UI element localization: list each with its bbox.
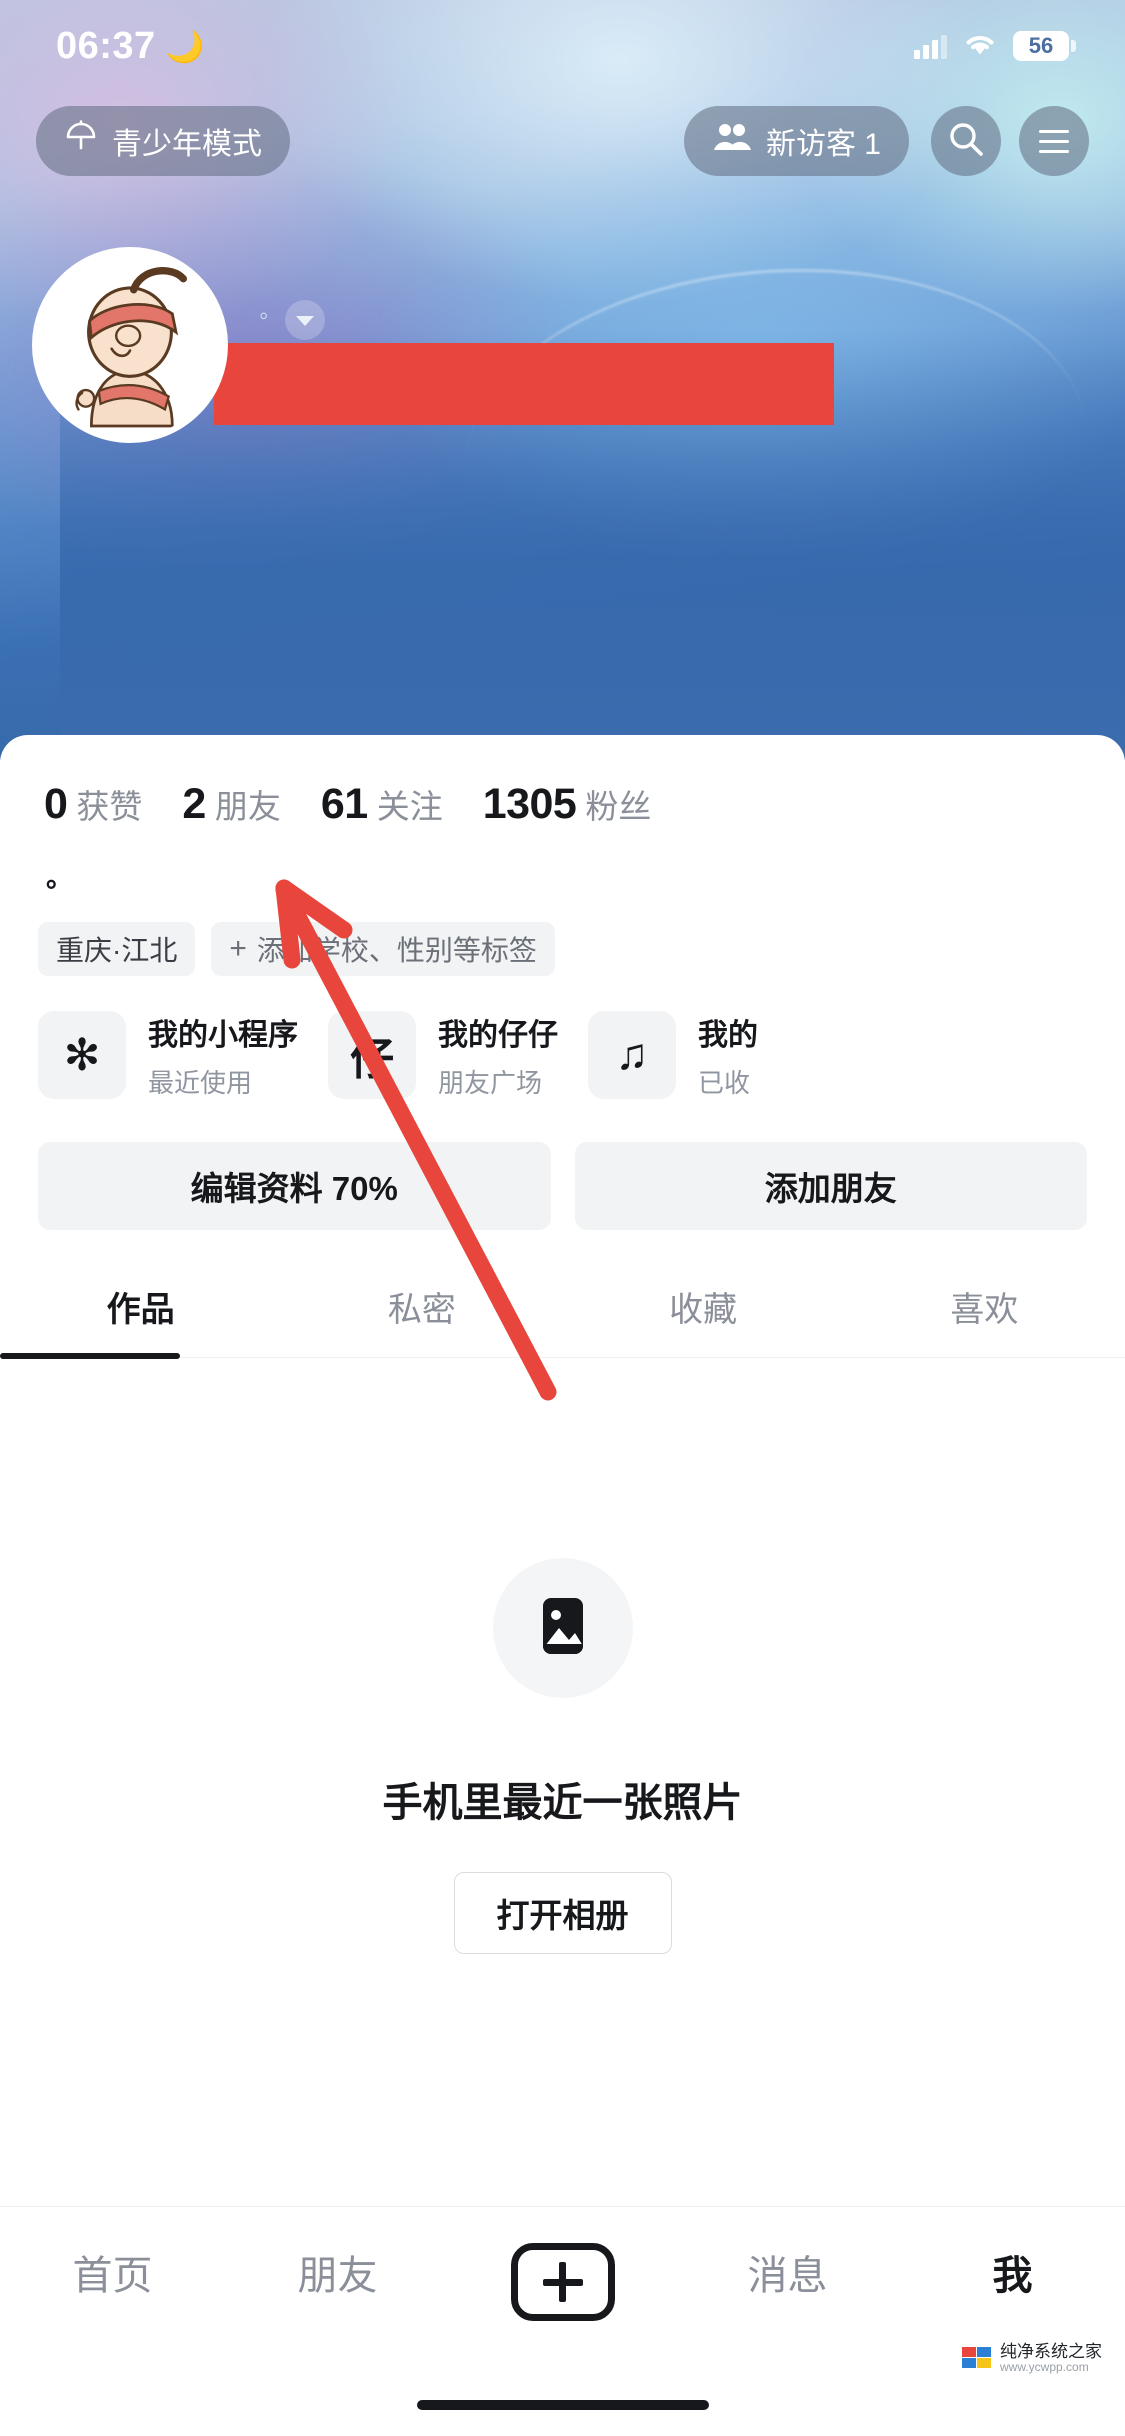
- feature-card-text: 我的小程序 最近使用: [148, 1010, 298, 1100]
- stat-likes[interactable]: 0 获赞: [44, 780, 142, 829]
- watermark-site-url: www.ycwpp.com: [1000, 2360, 1089, 2375]
- profile-actions-row: 编辑资料 70% 添加朋友: [0, 1100, 1125, 1230]
- feature-card-zaizai[interactable]: 仔 我的仔仔 朋友广场: [328, 1010, 558, 1100]
- teen-mode-button[interactable]: 青少年模式: [36, 106, 290, 176]
- tab-favorites[interactable]: 收藏: [563, 1282, 844, 1357]
- profile-tags-row: 重庆·江北 + 添加学校、性别等标签: [0, 892, 1125, 976]
- teen-mode-label: 青少年模式: [112, 128, 262, 161]
- battery-indicator: 56: [1013, 31, 1076, 61]
- stat-friends[interactable]: 2 朋友: [182, 780, 280, 829]
- zaizai-icon: 仔: [328, 1011, 416, 1099]
- feature-card-title: 我的: [698, 1019, 758, 1052]
- stat-friends-value: 2: [182, 780, 206, 828]
- stat-followers[interactable]: 1305 粉丝: [483, 780, 652, 829]
- cellular-signal-icon: [914, 33, 947, 59]
- status-bar: 06:37 🌙 56: [0, 0, 1125, 92]
- empty-state: 手机里最近一张照片 打开相册: [0, 1358, 1125, 1954]
- feature-card-title: 我的小程序: [148, 1019, 298, 1052]
- add-friend-button[interactable]: 添加朋友: [574, 1142, 1087, 1230]
- tag-location[interactable]: 重庆·江北: [38, 922, 196, 976]
- tag-location-label: 重庆·江北: [56, 935, 178, 966]
- feature-card-subtitle: 最近使用: [148, 1068, 253, 1098]
- empty-state-icon-background: [492, 1558, 633, 1698]
- tab-private[interactable]: 私密: [281, 1282, 562, 1357]
- stat-following[interactable]: 61 关注: [321, 780, 443, 829]
- new-visitors-button[interactable]: 新访客 1: [683, 106, 909, 176]
- profile-name-bullet: ◦: [259, 300, 269, 330]
- clock-time: 06:37: [56, 24, 156, 67]
- open-album-button[interactable]: 打开相册: [453, 1872, 672, 1954]
- search-button[interactable]: [931, 106, 1001, 176]
- avatar-illustration: [38, 253, 222, 437]
- profile-name-redaction: [214, 343, 834, 425]
- image-placeholder-icon: [531, 1592, 595, 1665]
- feature-card-text: 我的 已收: [698, 1010, 758, 1100]
- moon-icon: 🌙: [165, 28, 205, 64]
- menu-button[interactable]: [1019, 106, 1089, 176]
- avatar[interactable]: [32, 247, 228, 443]
- feature-card-subtitle: 朋友广场: [438, 1068, 543, 1098]
- nav-messages[interactable]: 消息: [675, 2243, 900, 2301]
- hamburger-menu-icon: [1039, 129, 1069, 153]
- home-indicator: [416, 2400, 709, 2410]
- profile-name-dropdown-button[interactable]: [285, 300, 325, 340]
- people-icon: [712, 121, 752, 161]
- stat-followers-value: 1305: [482, 780, 577, 828]
- nav-home[interactable]: 首页: [0, 2243, 225, 2301]
- add-tag-label: 添加学校、性别等标签: [256, 935, 537, 966]
- feature-card-mini-program[interactable]: ✻ 我的小程序 最近使用: [38, 1010, 298, 1100]
- stat-likes-label: 获赞: [76, 788, 143, 825]
- watermark-text: 纯净系统之家 www.ycwpp.com: [1000, 2342, 1102, 2375]
- watermark: 纯净系统之家 www.ycwpp.com: [953, 2336, 1111, 2380]
- nav-profile[interactable]: 我: [900, 2243, 1125, 2301]
- status-bar-right: 56: [914, 31, 1076, 62]
- watermark-site-name: 纯净系统之家: [1000, 2341, 1102, 2361]
- edit-profile-button[interactable]: 编辑资料 70%: [38, 1142, 551, 1230]
- new-visitors-label: 新访客 1: [765, 128, 881, 161]
- plus-create-icon: [510, 2243, 615, 2321]
- tab-works[interactable]: 作品: [0, 1282, 281, 1357]
- stat-likes-value: 0: [44, 780, 68, 828]
- stat-following-value: 61: [320, 780, 368, 828]
- stat-followers-label: 粉丝: [585, 788, 652, 825]
- plus-icon: +: [229, 932, 247, 965]
- empty-state-title: 手机里最近一张照片: [382, 1781, 743, 1825]
- content-tabs: 作品 私密 收藏 喜欢: [0, 1282, 1125, 1359]
- profile-content-sheet: 0 获赞 2 朋友 61 关注 1305 粉丝 。 重庆·江北 + 添加学校、性…: [0, 735, 1125, 2205]
- feature-card-music[interactable]: ♫ 我的 已收: [588, 1010, 758, 1100]
- stat-friends-label: 朋友: [214, 788, 281, 825]
- search-icon: [947, 120, 985, 163]
- feature-card-title: 我的仔仔: [438, 1019, 558, 1052]
- watermark-logo-icon: [962, 2347, 991, 2369]
- bottom-navigation-bar: 首页 朋友 消息 我: [0, 2206, 1125, 2436]
- mini-program-icon: ✻: [38, 1011, 126, 1099]
- umbrella-icon: [64, 120, 98, 162]
- nav-create[interactable]: [450, 2243, 675, 2321]
- feature-card-subtitle: 已收: [698, 1068, 751, 1098]
- stat-following-label: 关注: [376, 788, 443, 825]
- tab-liked[interactable]: 喜欢: [844, 1282, 1125, 1357]
- tab-active-underline: [0, 1353, 180, 1359]
- profile-header-bar: 青少年模式 新访客 1: [0, 98, 1125, 184]
- profile-bio[interactable]: 。: [0, 829, 1125, 892]
- feature-cards-row: ✻ 我的小程序 最近使用 仔 我的仔仔 朋友广场 ♫ 我的 已收: [0, 976, 1125, 1100]
- feature-card-text: 我的仔仔 朋友广场: [438, 1010, 558, 1100]
- nav-friends[interactable]: 朋友: [225, 2243, 450, 2301]
- wifi-icon: [963, 31, 997, 62]
- status-bar-left: 06:37 🌙: [56, 25, 204, 68]
- music-note-icon: ♫: [588, 1011, 676, 1099]
- add-tag-button[interactable]: + 添加学校、性别等标签: [211, 922, 555, 976]
- profile-stats-row: 0 获赞 2 朋友 61 关注 1305 粉丝: [0, 735, 1125, 829]
